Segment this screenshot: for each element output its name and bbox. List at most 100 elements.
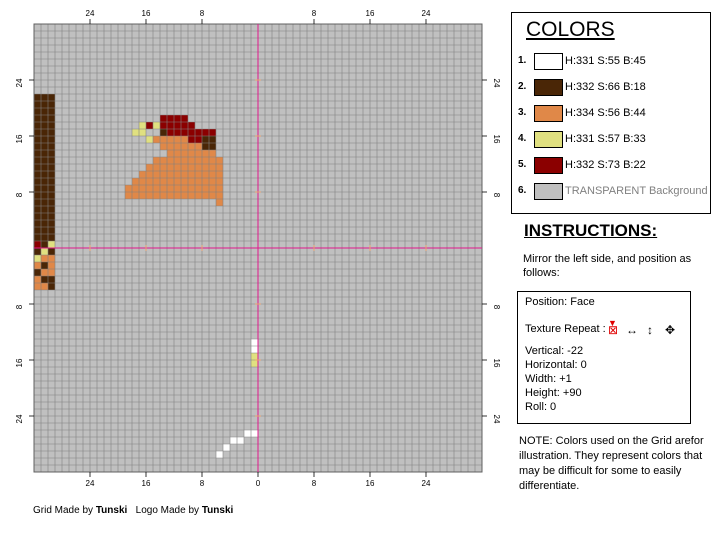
grid-cell [41, 143, 48, 150]
right-tick-label: 8 [492, 193, 501, 198]
grid-cell [34, 255, 41, 262]
grid-cell [160, 136, 167, 143]
grid-cell [48, 213, 55, 220]
grid-cell [209, 171, 216, 178]
grid-cell [202, 178, 209, 185]
color-swatch [534, 157, 563, 174]
grid-cell [195, 178, 202, 185]
grid-cell [41, 276, 48, 283]
grid-cell [41, 94, 48, 101]
height-value: Height: +90 [525, 387, 582, 399]
grid-cell [48, 199, 55, 206]
grid-cell [48, 143, 55, 150]
grid-cell [48, 269, 55, 276]
grid-cell [41, 136, 48, 143]
grid-cell [209, 136, 216, 143]
grid-cell [34, 241, 41, 248]
color-label: H:331 S:55 B:45 [565, 55, 646, 67]
bottom-tick-label: 16 [142, 479, 151, 488]
grid-cell [48, 178, 55, 185]
grid-cell [153, 171, 160, 178]
grid-cell [195, 192, 202, 199]
grid-cell [153, 122, 160, 129]
logo-credit-author: Tunski [201, 505, 234, 516]
grid-cell [167, 164, 174, 171]
grid-cell [125, 185, 132, 192]
horizontal-value: Horizontal: 0 [525, 359, 587, 371]
grid-credit-author: Tunski [95, 505, 128, 516]
grid-cell [216, 192, 223, 199]
grid-cell [132, 129, 139, 136]
grid-cell [48, 150, 55, 157]
grid-cell [146, 178, 153, 185]
grid-cell [174, 185, 181, 192]
color-row: 3. H:334 S:56 B:44 [518, 105, 708, 123]
grid-cell [139, 185, 146, 192]
grid-cell [216, 451, 223, 458]
grid-cell [167, 150, 174, 157]
grid-cell [34, 192, 41, 199]
grid-cell [48, 157, 55, 164]
color-number: 3. [518, 107, 527, 118]
grid-cell [34, 164, 41, 171]
grid-cell [41, 157, 48, 164]
footer-credits: Grid Made by Tunski Logo Made by Tunski [33, 505, 233, 516]
grid-cell [160, 178, 167, 185]
grid-cell [251, 360, 258, 367]
grid-cell [34, 185, 41, 192]
grid-cell [153, 136, 160, 143]
grid-cell [174, 192, 181, 199]
color-number: 4. [518, 133, 527, 144]
top-tick-label: 16 [142, 9, 151, 18]
grid-cell [188, 143, 195, 150]
grid-cell [188, 178, 195, 185]
grid-cell [188, 129, 195, 136]
grid-cell [41, 283, 48, 290]
grid-cell [181, 185, 188, 192]
color-number: 6. [518, 185, 527, 196]
vertical-repeat-icon: ↕ [647, 323, 653, 337]
grid-cell [195, 136, 202, 143]
grid-cell [41, 192, 48, 199]
bottom-tick-label: 0 [256, 479, 261, 488]
color-number: 2. [518, 81, 527, 92]
grid-cell [202, 129, 209, 136]
grid-cell [167, 185, 174, 192]
grid-cell [48, 227, 55, 234]
grid-cell [202, 136, 209, 143]
right-tick-label: 16 [492, 359, 501, 368]
width-value: Width: +1 [525, 373, 572, 385]
grid-cell [41, 241, 48, 248]
grid-cell [34, 101, 41, 108]
grid-cell [160, 122, 167, 129]
grid-cell [34, 248, 41, 255]
grid-cell [48, 94, 55, 101]
grid-cell [237, 437, 244, 444]
grid-cell [174, 157, 181, 164]
grid-cell [195, 164, 202, 171]
top-tick-label: 8 [200, 9, 205, 18]
grid-cell [195, 157, 202, 164]
right-tick-label: 16 [492, 135, 501, 144]
logo-credit-label: Logo Made by [135, 505, 200, 516]
pixel-grid: 24 16 8 8 16 24 24 16 8 0 8 16 24 24 24 16 16 8 8 8 8 16 16 24 2… [15, 9, 501, 488]
grid-cell [48, 283, 55, 290]
grid-cell [125, 192, 132, 199]
grid-cell [146, 164, 153, 171]
grid-cell [188, 157, 195, 164]
grid-credit-label: Grid Made by [33, 505, 94, 516]
grid-cell [139, 178, 146, 185]
grid-cell [41, 108, 48, 115]
grid-cell [202, 192, 209, 199]
note-text: NOTE: Colors used on the Grid arefor ill… [519, 435, 704, 492]
color-label: TRANSPARENT Background [565, 185, 708, 197]
grid-cell [216, 199, 223, 206]
grid-cell [41, 122, 48, 129]
grid-cell [195, 185, 202, 192]
grid-cell [41, 129, 48, 136]
grid-cell [251, 430, 258, 437]
grid-cell [188, 185, 195, 192]
color-number: 5. [518, 159, 527, 170]
grid-cell [48, 206, 55, 213]
color-row: 1. H:331 S:55 B:45 [518, 53, 708, 71]
